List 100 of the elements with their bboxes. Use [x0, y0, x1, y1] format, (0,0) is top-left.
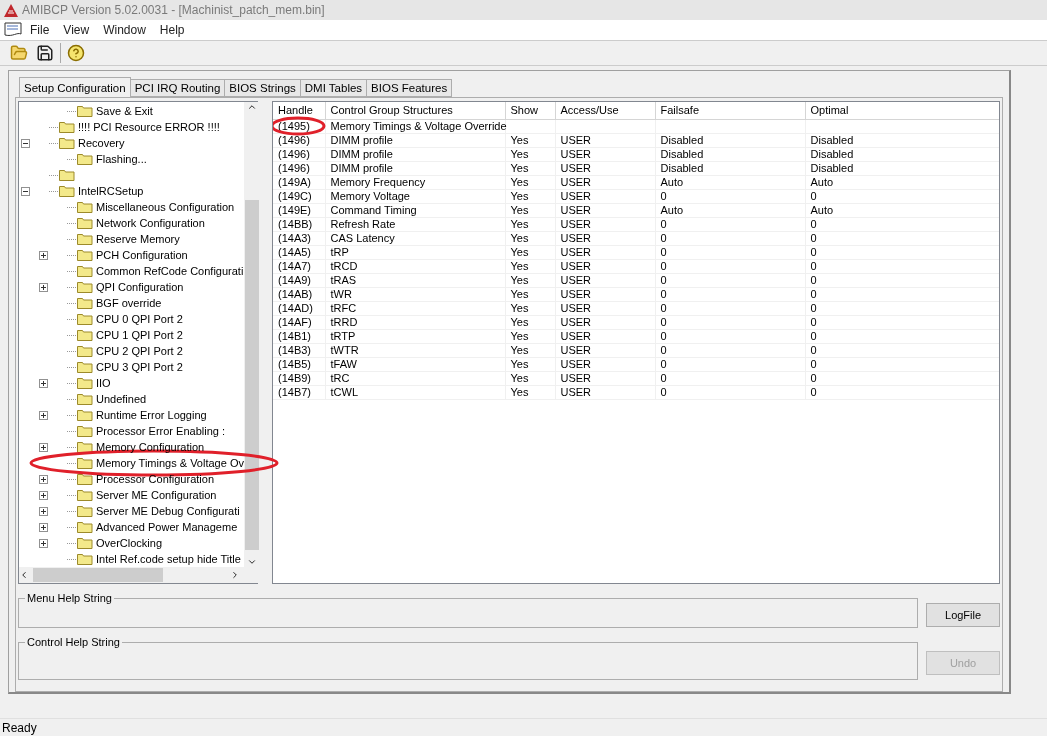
column-header[interactable]: Access/Use: [555, 102, 655, 119]
expand-icon[interactable]: [39, 490, 48, 500]
tree-item[interactable]: PCH Configuration: [96, 249, 188, 261]
folder-icon: [77, 489, 93, 501]
table-cell: Yes: [505, 203, 555, 217]
menu-item[interactable]: View: [57, 23, 96, 37]
expand-icon[interactable]: [39, 538, 48, 548]
table-cell: Yes: [505, 217, 555, 231]
scroll-left-icon[interactable]: [19, 570, 29, 580]
tree-item[interactable]: Reserve Memory: [96, 233, 180, 245]
folder-icon: [77, 473, 93, 485]
tree-item[interactable]: Memory Configuration: [96, 441, 205, 453]
table-cell: 0: [655, 371, 805, 385]
tree-item[interactable]: QPI Configuration: [96, 281, 184, 293]
table-cell: Yes: [505, 301, 555, 315]
folder-icon: [77, 297, 93, 309]
tree-item[interactable]: Undefined: [96, 393, 147, 405]
tree-item[interactable]: Server ME Configuration: [96, 489, 217, 501]
tree-item[interactable]: IIO: [96, 377, 111, 389]
expand-icon[interactable]: [39, 506, 48, 516]
tree-item[interactable]: Advanced Power Manageme: [96, 521, 238, 533]
column-header[interactable]: Show: [505, 102, 555, 119]
table-cell: USER: [555, 147, 655, 161]
table-cell: (14B1): [273, 329, 325, 343]
table-cell: Yes: [505, 287, 555, 301]
tree-item[interactable]: BGF override: [96, 297, 162, 309]
tab[interactable]: BIOS Strings: [224, 79, 301, 97]
menu-item[interactable]: Help: [153, 23, 191, 37]
vertical-scrollbar[interactable]: [243, 102, 260, 567]
tree-item[interactable]: Save & Exit: [96, 105, 153, 117]
folder-icon: [77, 249, 93, 261]
expand-icon[interactable]: [39, 442, 48, 452]
expand-icon[interactable]: [39, 522, 48, 532]
tree-item[interactable]: Runtime Error Logging: [96, 409, 207, 421]
help-icon[interactable]: [65, 42, 87, 64]
folder-icon: [59, 185, 75, 197]
folder-icon: [77, 377, 93, 389]
tree-item[interactable]: Recovery: [78, 137, 125, 149]
table-cell: tWTR: [325, 343, 505, 357]
tree-item[interactable]: CPU 2 QPI Port 2: [96, 345, 183, 357]
table-cell: 0: [655, 189, 805, 203]
document-icon[interactable]: [4, 22, 22, 38]
table-cell: (14BB): [273, 217, 325, 231]
tab[interactable]: BIOS Features: [366, 79, 453, 97]
menu-item[interactable]: Window: [97, 23, 152, 37]
table-cell: (14B7): [273, 385, 325, 399]
tab[interactable]: PCI IRQ Routing: [129, 79, 226, 97]
table-cell: Disabled: [655, 147, 805, 161]
group-legend: Control Help String: [25, 636, 122, 648]
tab[interactable]: DMI Tables: [299, 79, 368, 97]
column-header[interactable]: Handle: [273, 102, 325, 119]
tree-item[interactable]: !!!! PCI Resource ERROR !!!!: [78, 121, 220, 133]
tree-item[interactable]: Network Configuration: [96, 217, 205, 229]
table-cell: 0: [655, 343, 805, 357]
tree-item[interactable]: CPU 1 QPI Port 2: [96, 329, 183, 341]
tree-item[interactable]: Flashing...: [96, 153, 147, 165]
collapse-icon[interactable]: [21, 138, 30, 148]
table-cell: DIMM profile: [325, 161, 505, 175]
table-cell: Yes: [505, 175, 555, 189]
expand-icon[interactable]: [39, 410, 48, 420]
folder-icon: [77, 105, 93, 117]
folder-icon: [77, 521, 93, 533]
expand-icon[interactable]: [39, 378, 48, 388]
window-title: AMIBCP Version 5.02.0031 - [Machinist_patch_mem.bin]: [22, 3, 325, 17]
tree-item[interactable]: Intel Ref.code setup hide Title: [96, 553, 241, 565]
column-header[interactable]: Optimal: [805, 102, 999, 119]
tree-item[interactable]: OverClocking: [96, 537, 163, 549]
table-cell: (1495): [273, 119, 325, 133]
table-cell: Disabled: [655, 161, 805, 175]
column-header[interactable]: Control Group Structures: [325, 102, 505, 119]
dialog-button[interactable]: LogFile: [926, 603, 1000, 627]
menu-item[interactable]: File: [24, 23, 56, 37]
table-cell: USER: [555, 273, 655, 287]
scroll-down-icon[interactable]: [246, 557, 257, 567]
table-cell: 0: [805, 385, 999, 399]
tree-item[interactable]: Server ME Debug Configurati: [96, 505, 240, 517]
expand-icon[interactable]: [39, 250, 48, 260]
tree-item[interactable]: Processor Configuration: [96, 473, 214, 485]
tree-item[interactable]: CPU 3 QPI Port 2: [96, 361, 183, 373]
horizontal-scrollbar[interactable]: [19, 567, 244, 583]
table-cell: USER: [555, 175, 655, 189]
tree-item[interactable]: Miscellaneous Configuration: [96, 201, 235, 213]
collapse-icon[interactable]: [21, 186, 30, 196]
expand-icon[interactable]: [39, 282, 48, 292]
folder-icon: [59, 121, 75, 133]
table-cell: tRP: [325, 245, 505, 259]
table-cell: Yes: [505, 371, 555, 385]
tree-item[interactable]: Processor Error Enabling :: [96, 425, 225, 437]
table-cell: (14B5): [273, 357, 325, 371]
scroll-up-icon[interactable]: [246, 102, 257, 112]
table-cell: (1496): [273, 147, 325, 161]
tree-item[interactable]: Common RefCode Configurati: [96, 265, 244, 277]
tree-item[interactable]: CPU 0 QPI Port 2: [96, 313, 183, 325]
tree-item[interactable]: IntelRCSetup: [78, 185, 144, 197]
table-cell: tRTP: [325, 329, 505, 343]
expand-icon[interactable]: [39, 474, 48, 484]
column-header[interactable]: Failsafe: [655, 102, 805, 119]
tab[interactable]: Setup Configuration: [19, 77, 131, 97]
table-cell: Yes: [505, 245, 555, 259]
table-cell: tCWL: [325, 385, 505, 399]
